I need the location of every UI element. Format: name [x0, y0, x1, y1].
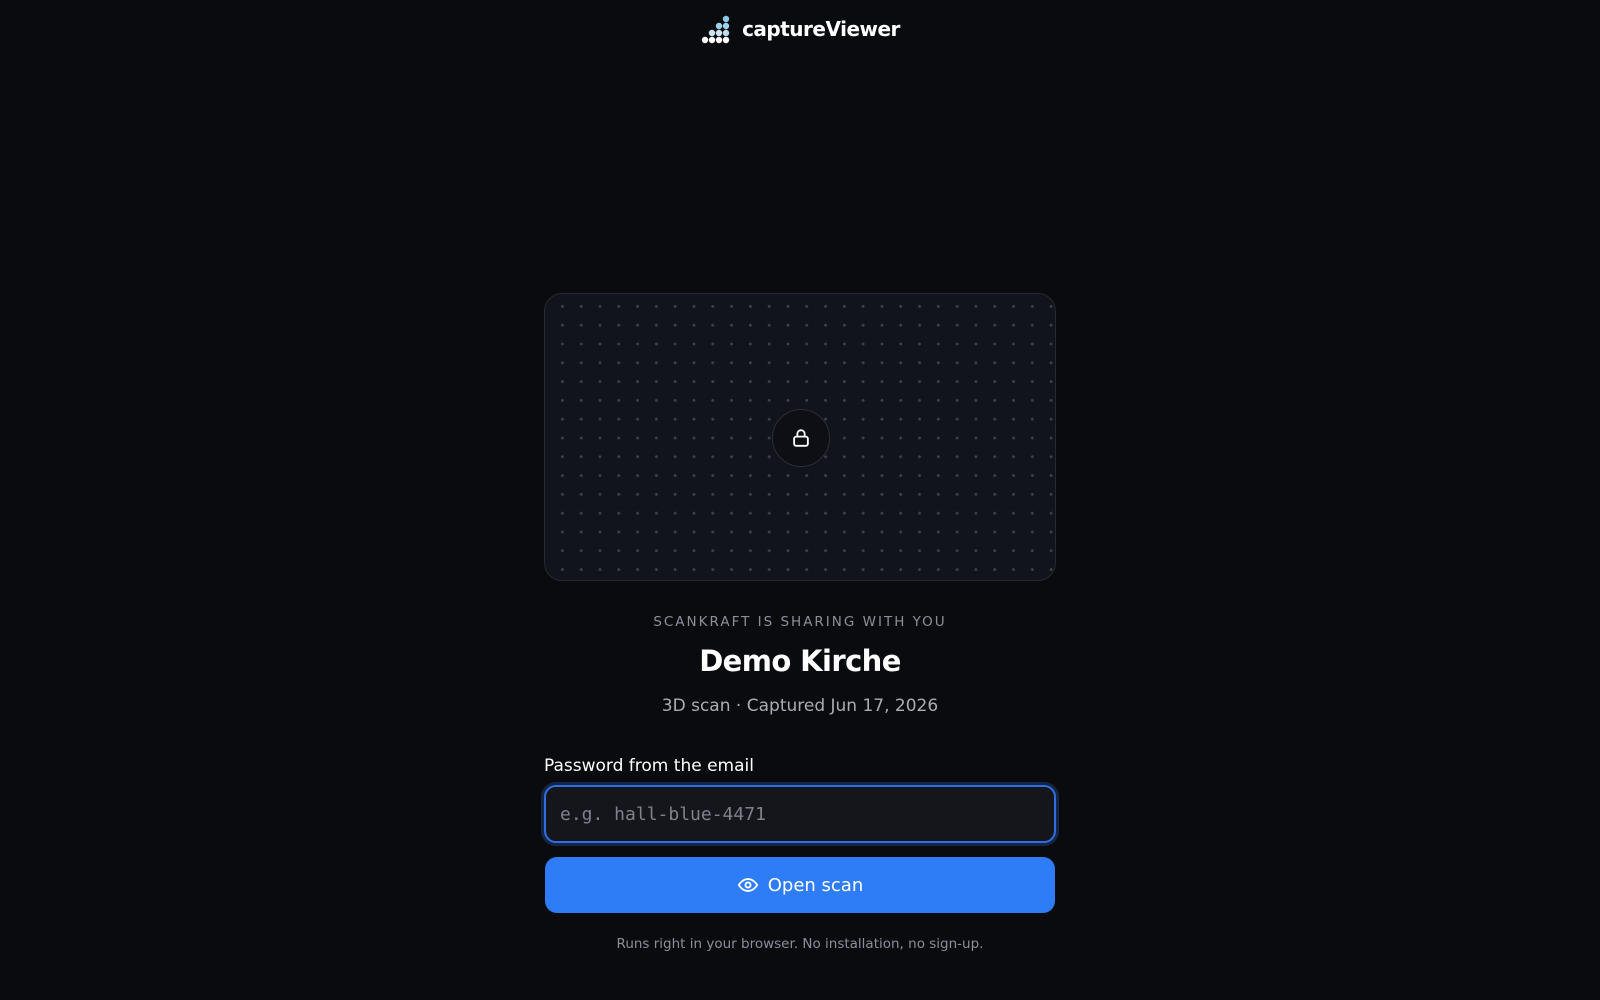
scan-captured-date: Captured Jun 17, 2026 — [746, 696, 939, 716]
eye-icon — [737, 878, 758, 892]
brand-name: captureViewer — [742, 17, 900, 41]
scan-title: Demo Kirche — [699, 644, 901, 678]
lock-icon — [793, 429, 809, 447]
footnote: Runs right in your browser. No installat… — [616, 936, 984, 952]
scan-meta: 3D scan · Captured Jun 17, 2026 — [0, 696, 1600, 716]
scan-type: 3D scan — [661, 696, 731, 716]
scan-preview-locked — [544, 293, 1056, 581]
password-input[interactable] — [544, 785, 1056, 843]
dot-stairs-logo-icon — [701, 15, 730, 44]
lock-badge — [772, 409, 830, 467]
share-eyebrow: SCANKRAFT IS SHARING WITH YOU — [653, 614, 947, 630]
share-unlock-page: captureViewer SCANKRAFT IS SHARING WITH … — [0, 0, 1600, 1000]
brand-header: captureViewer — [0, 12, 1600, 46]
open-scan-label: Open scan — [767, 874, 864, 896]
meta-separator: · — [735, 696, 742, 716]
password-label: Password from the email — [544, 756, 754, 776]
open-scan-button[interactable]: Open scan — [545, 857, 1055, 913]
